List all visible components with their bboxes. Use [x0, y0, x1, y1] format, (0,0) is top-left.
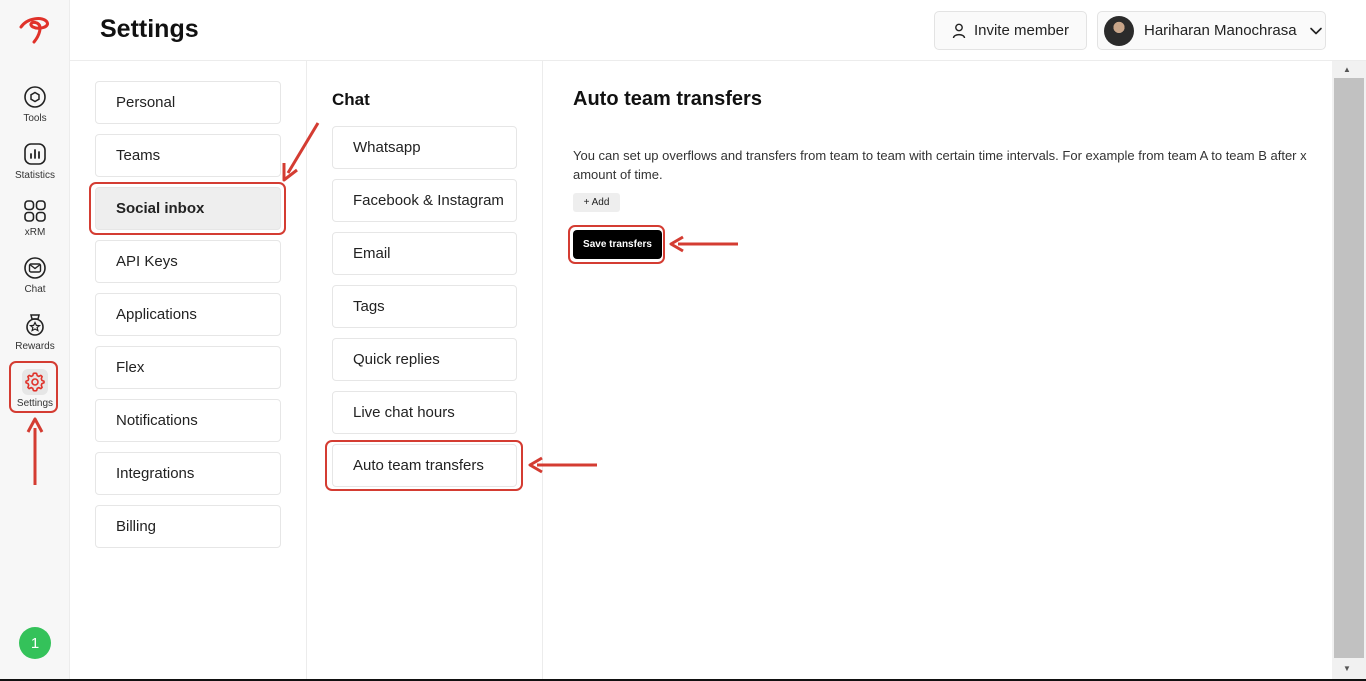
rewards-icon — [22, 312, 48, 338]
settings-highlight-box — [9, 361, 58, 413]
rail-item-statistics[interactable]: Statistics — [8, 141, 62, 191]
save-transfers-highlight-box — [568, 225, 665, 264]
header-divider — [70, 60, 1366, 61]
chat-nav-facebook-instagram[interactable]: Facebook & Instagram — [332, 179, 517, 222]
user-menu[interactable]: Hariharan Manochrasa — [1097, 11, 1326, 50]
arrow-left-icon — [669, 235, 738, 253]
settings-nav-billing[interactable]: Billing — [95, 505, 281, 548]
rail-label: Statistics — [14, 170, 55, 181]
user-icon — [952, 23, 966, 39]
rail-item-tools[interactable]: Tools — [8, 84, 62, 134]
grid-icon — [22, 198, 48, 224]
chat-icon — [22, 255, 48, 281]
chat-nav-email[interactable]: Email — [332, 232, 517, 275]
arrow-left-icon — [528, 456, 597, 474]
social-inbox-highlight-box — [89, 182, 286, 235]
arrow-down-left-icon — [282, 122, 320, 182]
user-name: Hariharan Manochrasa — [1144, 22, 1297, 39]
rail-label: Tools — [23, 113, 47, 124]
auto-team-transfers-highlight-box — [325, 440, 523, 491]
settings-nav-personal[interactable]: Personal — [95, 81, 281, 124]
invite-member-button[interactable]: Invite member — [934, 11, 1087, 50]
notification-badge[interactable]: 1 — [19, 627, 51, 659]
settings-nav-api-keys[interactable]: API Keys — [95, 240, 281, 283]
chat-nav-quick-replies[interactable]: Quick replies — [332, 338, 517, 381]
rail-label: Rewards — [15, 341, 55, 352]
chat-nav-tags[interactable]: Tags — [332, 285, 517, 328]
chat-section-heading: Chat — [332, 90, 370, 109]
scrollbar-thumb[interactable] — [1334, 78, 1364, 658]
scroll-down-arrow-icon[interactable]: ▼ — [1343, 664, 1351, 673]
icon-rail: Tools Statistics xRM Chat Rewards Settin… — [0, 0, 70, 681]
add-transfer-button[interactable]: + Add — [573, 193, 620, 212]
scroll-up-arrow-icon[interactable]: ▲ — [1343, 65, 1351, 74]
rail-item-xrm[interactable]: xRM — [8, 198, 62, 248]
rail-item-rewards[interactable]: Rewards — [8, 312, 62, 362]
settings-nav-integrations[interactable]: Integrations — [95, 452, 281, 495]
chat-nav-live-chat-hours[interactable]: Live chat hours — [332, 391, 517, 434]
settings-nav-applications[interactable]: Applications — [95, 293, 281, 336]
content-description: You can set up overflows and transfers f… — [573, 148, 1307, 182]
page-title: Settings — [100, 15, 199, 43]
avatar — [1104, 15, 1134, 46]
chat-nav-whatsapp[interactable]: Whatsapp — [332, 126, 517, 169]
settings-app: Tools Statistics xRM Chat Rewards Settin… — [0, 0, 1366, 681]
chevron-down-icon — [1309, 26, 1323, 36]
invite-member-label: Invite member — [973, 22, 1070, 39]
rail-item-chat[interactable]: Chat — [8, 255, 62, 305]
brand-logo-icon[interactable] — [17, 14, 53, 46]
settings-nav-flex[interactable]: Flex — [95, 346, 281, 389]
statistics-icon — [22, 141, 48, 167]
content-title: Auto team transfers — [573, 88, 762, 110]
settings-nav-notifications[interactable]: Notifications — [95, 399, 281, 442]
rail-label: Chat — [24, 284, 46, 295]
column-divider — [542, 61, 543, 681]
settings-nav-teams[interactable]: Teams — [95, 134, 281, 177]
tools-icon — [22, 84, 48, 110]
column-divider — [306, 61, 307, 681]
rail-label: xRM — [24, 227, 46, 238]
